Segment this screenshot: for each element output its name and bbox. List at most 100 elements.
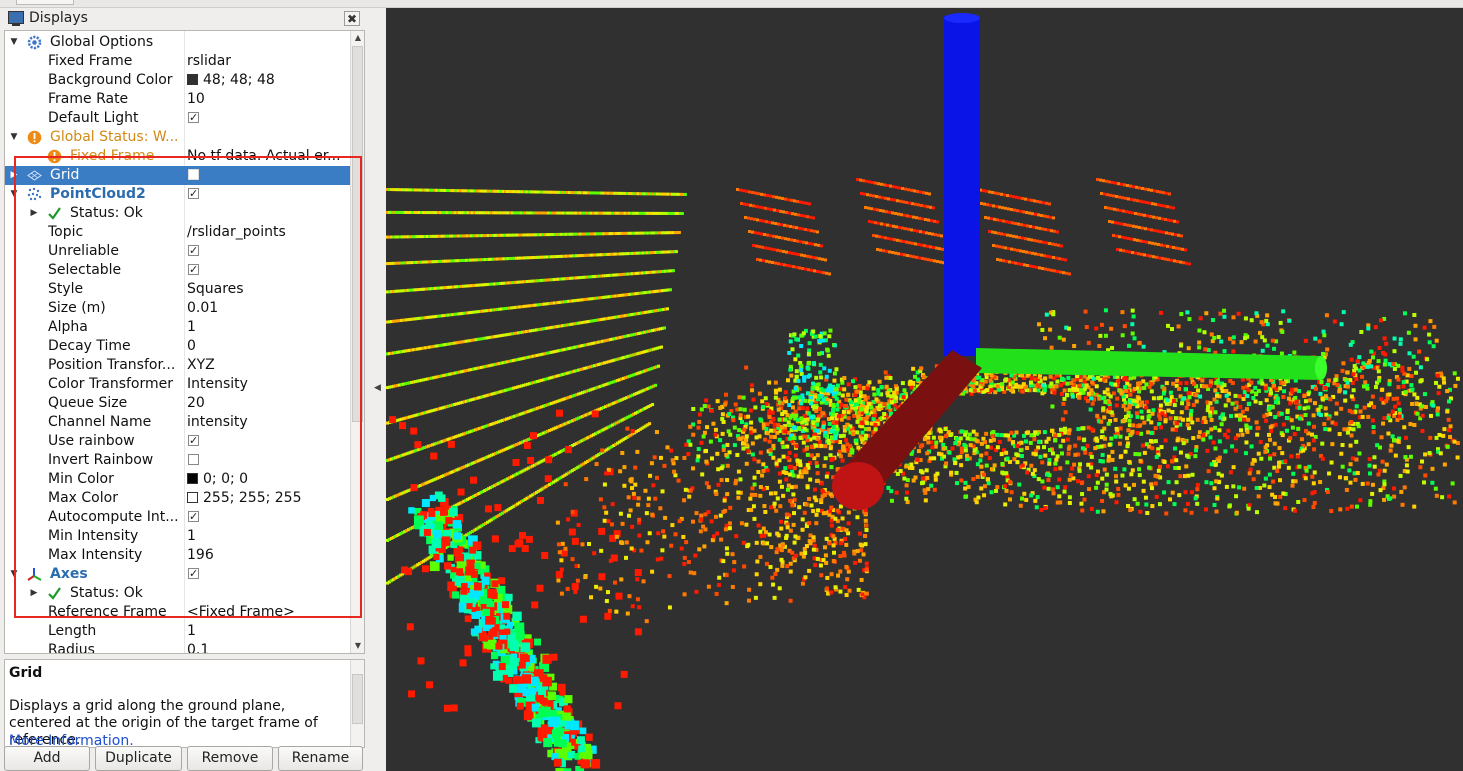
value-text: intensity	[187, 414, 248, 430]
description-scrollbar-thumb[interactable]	[352, 674, 363, 724]
tree-row-pointcloud2[interactable]: ▼ PointCloud2 ✓	[5, 185, 350, 204]
panel-splitter[interactable]: ◀	[366, 8, 386, 771]
value-text: 1	[187, 623, 196, 639]
tree-row-max-intensity[interactable]: Max Intensity 196	[5, 546, 350, 565]
tree-row-value[interactable]: 20	[187, 395, 205, 411]
close-icon[interactable]: ✖	[344, 11, 360, 26]
tree-row-reference-frame[interactable]: Reference Frame <Fixed Frame>	[5, 603, 350, 622]
tree-row-value[interactable]: /rslidar_points	[187, 224, 286, 240]
tree-row-value[interactable]: No tf data. Actual er...	[187, 148, 341, 164]
tree-scrollbar[interactable]: ▲ ▼	[350, 31, 364, 653]
checkbox[interactable]	[188, 454, 199, 465]
tree-row-value[interactable]: 0; 0; 0	[187, 471, 248, 487]
rename-button[interactable]: Rename	[278, 746, 363, 771]
collapse-right-arrow-icon[interactable]: ▶	[29, 584, 39, 603]
tree-row-label: Fixed Frame	[48, 53, 133, 69]
3d-render-viewport[interactable]	[386, 8, 1463, 771]
expand-down-arrow-icon[interactable]: ▼	[9, 185, 19, 204]
value-text: 0.01	[187, 300, 219, 316]
tab-stub[interactable]	[16, 0, 74, 5]
tree-row-style[interactable]: Style Squares	[5, 280, 350, 299]
tree-row-axes[interactable]: ▼ Axes ✓	[5, 565, 350, 584]
tree-row-max-color[interactable]: Max Color 255; 255; 255	[5, 489, 350, 508]
color-swatch[interactable]	[187, 473, 198, 484]
color-swatch[interactable]	[187, 74, 198, 85]
tree-row-label: Size (m)	[48, 300, 106, 316]
tree-row-selectable[interactable]: Selectable ✓	[5, 261, 350, 280]
tree-row-value[interactable]: Intensity	[187, 376, 248, 392]
tree-row-value[interactable]: 1	[187, 319, 196, 335]
tree-row-position-transfor[interactable]: Position Transfor... XYZ	[5, 356, 350, 375]
tree-row-fixed-frame[interactable]: Fixed Frame rslidar	[5, 52, 350, 71]
tree-row-frame-rate[interactable]: Frame Rate 10	[5, 90, 350, 109]
tree-row-status-ok[interactable]: ▶ Status: Ok	[5, 204, 350, 223]
collapse-left-arrow-icon[interactable]: ◀	[374, 383, 381, 393]
tree-row-value[interactable]: 0	[187, 338, 196, 354]
remove-button[interactable]: Remove	[187, 746, 273, 771]
tree-row-label: Frame Rate	[48, 91, 129, 107]
expand-down-arrow-icon[interactable]: ▼	[9, 565, 19, 584]
tree-row-label: Fixed Frame	[70, 148, 155, 164]
add-button[interactable]: Add	[4, 746, 90, 771]
tree-row-queue-size[interactable]: Queue Size 20	[5, 394, 350, 413]
tree-row-topic[interactable]: Topic/rslidar_points	[5, 223, 350, 242]
tree-row-default-light[interactable]: Default Light ✓	[5, 109, 350, 128]
tree-row-value[interactable]: 1	[187, 623, 196, 639]
tree-row-value[interactable]: 196	[187, 547, 214, 563]
tree-row-label: Invert Rainbow	[48, 452, 154, 468]
tree-row-use-rainbow[interactable]: Use rainbow ✓	[5, 432, 350, 451]
tree-row-channel-name[interactable]: Channel Name intensity	[5, 413, 350, 432]
tree-row-status-ok[interactable]: ▶ Status: Ok	[5, 584, 350, 603]
tree-row-label: Use rainbow	[48, 433, 135, 449]
tree-row-autocompute-int[interactable]: Autocompute Int... ✓	[5, 508, 350, 527]
tree-row-value[interactable]: 10	[187, 91, 205, 107]
tree-row-color-transformer[interactable]: Color Transformer Intensity	[5, 375, 350, 394]
tree-row-background-color[interactable]: Background Color 48; 48; 48	[5, 71, 350, 90]
checkbox[interactable]: ✓	[188, 511, 199, 522]
tree-row-invert-rainbow[interactable]: Invert Rainbow	[5, 451, 350, 470]
description-scrollbar[interactable]	[350, 660, 364, 747]
scrollbar-thumb[interactable]	[352, 46, 363, 422]
checkbox[interactable]: ✓	[188, 568, 199, 579]
tree-row-size-m[interactable]: Size (m) 0.01	[5, 299, 350, 318]
duplicate-button[interactable]: Duplicate	[95, 746, 182, 771]
scroll-up-arrow-icon[interactable]: ▲	[351, 31, 364, 45]
checkbox[interactable]: ✓	[188, 188, 199, 199]
tree-row-label: Reference Frame	[48, 604, 167, 620]
tree-row-value[interactable]: intensity	[187, 414, 248, 430]
tree-row-value[interactable]: 48; 48; 48	[187, 72, 275, 88]
checkbox[interactable]: ✓	[188, 264, 199, 275]
tree-row-value[interactable]: XYZ	[187, 357, 215, 373]
checkbox[interactable]: ✓	[188, 245, 199, 256]
collapse-right-arrow-icon[interactable]: ▶	[29, 204, 39, 223]
collapse-right-arrow-icon[interactable]: ▶	[9, 166, 19, 185]
tree-row-decay-time[interactable]: Decay Time 0	[5, 337, 350, 356]
checkbox[interactable]	[188, 169, 199, 180]
point-cloud-scene[interactable]	[386, 8, 1463, 771]
tree-row-global-options[interactable]: ▼ Global Options	[5, 33, 350, 52]
checkbox[interactable]: ✓	[188, 112, 199, 123]
tree-row-radius[interactable]: Radius 0.1	[5, 641, 350, 653]
checkbox[interactable]: ✓	[188, 435, 199, 446]
tree-row-grid[interactable]: ▶ Grid	[5, 166, 350, 185]
expand-down-arrow-icon[interactable]: ▼	[9, 128, 19, 147]
color-swatch[interactable]	[187, 492, 198, 503]
expand-down-arrow-icon[interactable]: ▼	[9, 33, 19, 52]
tree-row-fixed-frame[interactable]: Fixed Frame No tf data. Actual er...	[5, 147, 350, 166]
tree-row-min-intensity[interactable]: Min Intensity 1	[5, 527, 350, 546]
tree-row-value[interactable]: 255; 255; 255	[187, 490, 302, 506]
tree-row-min-color[interactable]: Min Color 0; 0; 0	[5, 470, 350, 489]
tree-row-label: Unreliable	[48, 243, 119, 259]
tree-row-value[interactable]: 1	[187, 528, 196, 544]
tree-row-global-status-w[interactable]: ▼ Global Status: W...	[5, 128, 350, 147]
tree-row-length[interactable]: Length 1	[5, 622, 350, 641]
tree-row-alpha[interactable]: Alpha 1	[5, 318, 350, 337]
tree-row-unreliable[interactable]: Unreliable ✓	[5, 242, 350, 261]
tree-row-value[interactable]: 0.1	[187, 642, 209, 653]
tree-row-value[interactable]: 0.01	[187, 300, 218, 316]
tree-row-value[interactable]: <Fixed Frame>	[187, 604, 295, 620]
tree-row-label: Max Intensity	[48, 547, 143, 563]
tree-row-value[interactable]: Squares	[187, 281, 244, 297]
scroll-down-arrow-icon[interactable]: ▼	[351, 639, 364, 653]
tree-row-value[interactable]: rslidar	[187, 53, 231, 69]
